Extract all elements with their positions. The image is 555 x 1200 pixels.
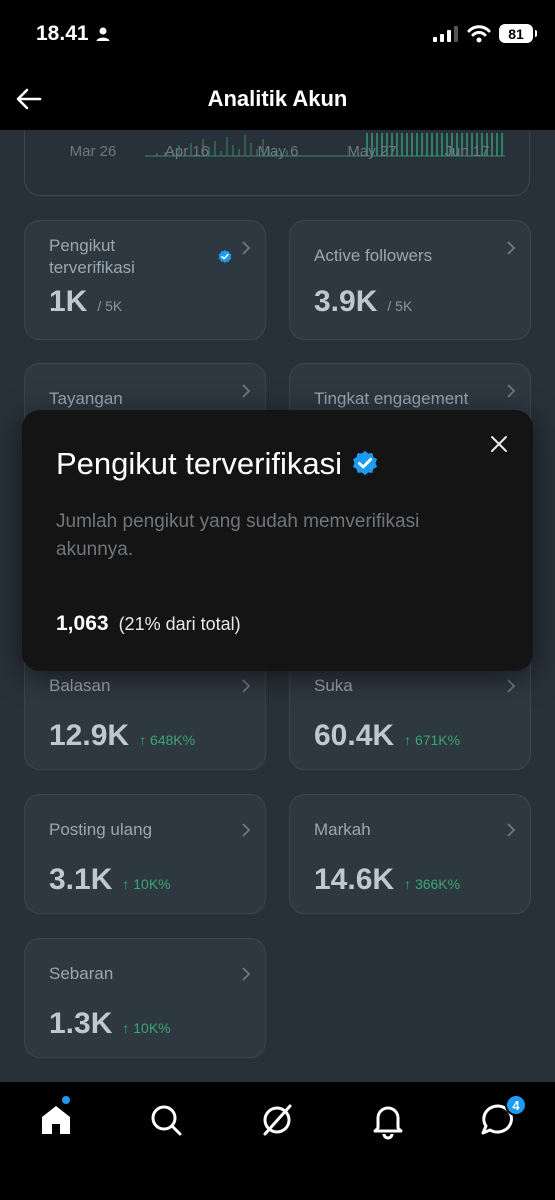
stat-value: 1.3K: [49, 1007, 113, 1040]
stat-value-row: 1.3K ↑ 10K%: [49, 1007, 171, 1041]
stat-title: Balasan: [49, 676, 111, 695]
activity-chart-card: Mar 26 Apr 16 May 6 May 27 Jun 17: [24, 130, 530, 196]
status-icons: 81: [433, 24, 537, 43]
stat-card-shares[interactable]: Sebaran 1.3K ↑ 10K%: [24, 938, 266, 1058]
status-time: 18.41: [36, 22, 111, 46]
stat-title: Posting ulang: [49, 820, 153, 839]
nav-header: Analitik Akun: [0, 70, 555, 130]
stat-value-row: 3.9K / 5K: [314, 285, 412, 319]
chevron-right-icon: [242, 679, 251, 693]
battery-indicator: 81: [499, 24, 537, 43]
stat-change: ↑ 10K%: [122, 1020, 171, 1036]
cellular-signal-icon: [433, 25, 458, 42]
chevron-right-icon: [242, 967, 251, 981]
chevron-right-icon: [507, 679, 516, 693]
date-label: May 27: [347, 143, 397, 160]
popup-count-note: (21% dari total): [118, 614, 241, 634]
chevron-right-icon: [242, 384, 251, 398]
chevron-right-icon: [242, 241, 251, 255]
chevron-right-icon: [242, 823, 251, 837]
stat-limit: / 5K: [97, 298, 123, 314]
stat-title: Sebaran: [49, 964, 114, 983]
stat-value: 14.6K: [314, 863, 395, 896]
page-title: Analitik Akun: [207, 86, 348, 111]
stat-value: 60.4K: [314, 719, 395, 752]
chevron-right-icon: [507, 241, 516, 255]
date-label: May 6: [257, 143, 299, 160]
date-label: Mar 26: [69, 143, 117, 160]
stat-value: 12.9K: [49, 719, 130, 752]
popup-description: Jumlah pengikut yang sudah memverifikasi…: [56, 511, 420, 560]
popup-title-text: Pengikut terverifikasi: [56, 446, 343, 481]
home-icon[interactable]: [36, 1100, 76, 1140]
stat-card-active-followers[interactable]: Active followers 3.9K / 5K: [289, 220, 531, 340]
bottom-tab-bar: 4: [0, 1082, 555, 1200]
stat-title: Tayangan: [49, 389, 123, 408]
chart-date-axis: Mar 26 Apr 16 May 6 May 27 Jun 17: [25, 143, 531, 163]
stat-value-row: 3.1K ↑ 10K%: [49, 863, 171, 897]
verified-badge-icon: [218, 250, 232, 263]
stat-title: Markah: [314, 820, 371, 839]
stat-value: 1K: [49, 285, 88, 318]
stat-change: ↑ 10K%: [122, 876, 171, 892]
messages-badge: 4: [505, 1094, 527, 1116]
date-label: Jun 17: [444, 143, 490, 160]
stat-card-reposts[interactable]: Posting ulang 3.1K ↑ 10K%: [24, 794, 266, 914]
stat-title: Tingkat engagement: [314, 389, 469, 408]
stat-change: ↑ 366K%: [404, 876, 461, 892]
stat-card-verified-followers[interactable]: Pengikut terverifikasi 1K / 5K: [24, 220, 266, 340]
stat-value: 3.9K: [314, 285, 378, 318]
person-icon: [96, 27, 110, 41]
time-text: 18.41: [36, 22, 89, 45]
status-bar: 18.41 81: [0, 0, 555, 70]
stat-card-bookmarks[interactable]: Markah 14.6K ↑ 366K%: [289, 794, 531, 914]
notifications-bell-icon[interactable]: [368, 1100, 408, 1140]
close-icon[interactable]: [489, 434, 509, 454]
stat-title: Pengikut terverifikasi: [49, 236, 135, 277]
stat-value-row: 12.9K ↑ 648K%: [49, 719, 195, 753]
stat-title: Suka: [314, 676, 353, 695]
popup-count-row: 1,063 (21% dari total): [56, 612, 241, 636]
wifi-icon: [467, 24, 491, 42]
stat-value-row: 1K / 5K: [49, 285, 122, 319]
verified-badge-icon: [353, 450, 378, 476]
stat-value-row: 60.4K ↑ 671K%: [314, 719, 460, 753]
stat-value: 3.1K: [49, 863, 113, 896]
stat-value-row: 14.6K ↑ 366K%: [314, 863, 460, 897]
home-notification-dot: [62, 1096, 70, 1104]
popup-title: Pengikut terverifikasi: [56, 446, 380, 482]
popup-count-value: 1,063: [56, 612, 109, 635]
chevron-right-icon: [507, 823, 516, 837]
chevron-right-icon: [507, 384, 516, 398]
stat-change: ↑ 648K%: [139, 732, 196, 748]
stat-limit: / 5K: [387, 298, 413, 314]
stat-title: Active followers: [314, 246, 433, 265]
stat-change: ↑ 671K%: [404, 732, 461, 748]
verified-followers-popup: Pengikut terverifikasi Jumlah pengikut y…: [22, 410, 533, 671]
date-label: Apr 16: [164, 143, 210, 160]
search-icon[interactable]: [146, 1100, 186, 1140]
grok-icon[interactable]: [257, 1100, 297, 1140]
